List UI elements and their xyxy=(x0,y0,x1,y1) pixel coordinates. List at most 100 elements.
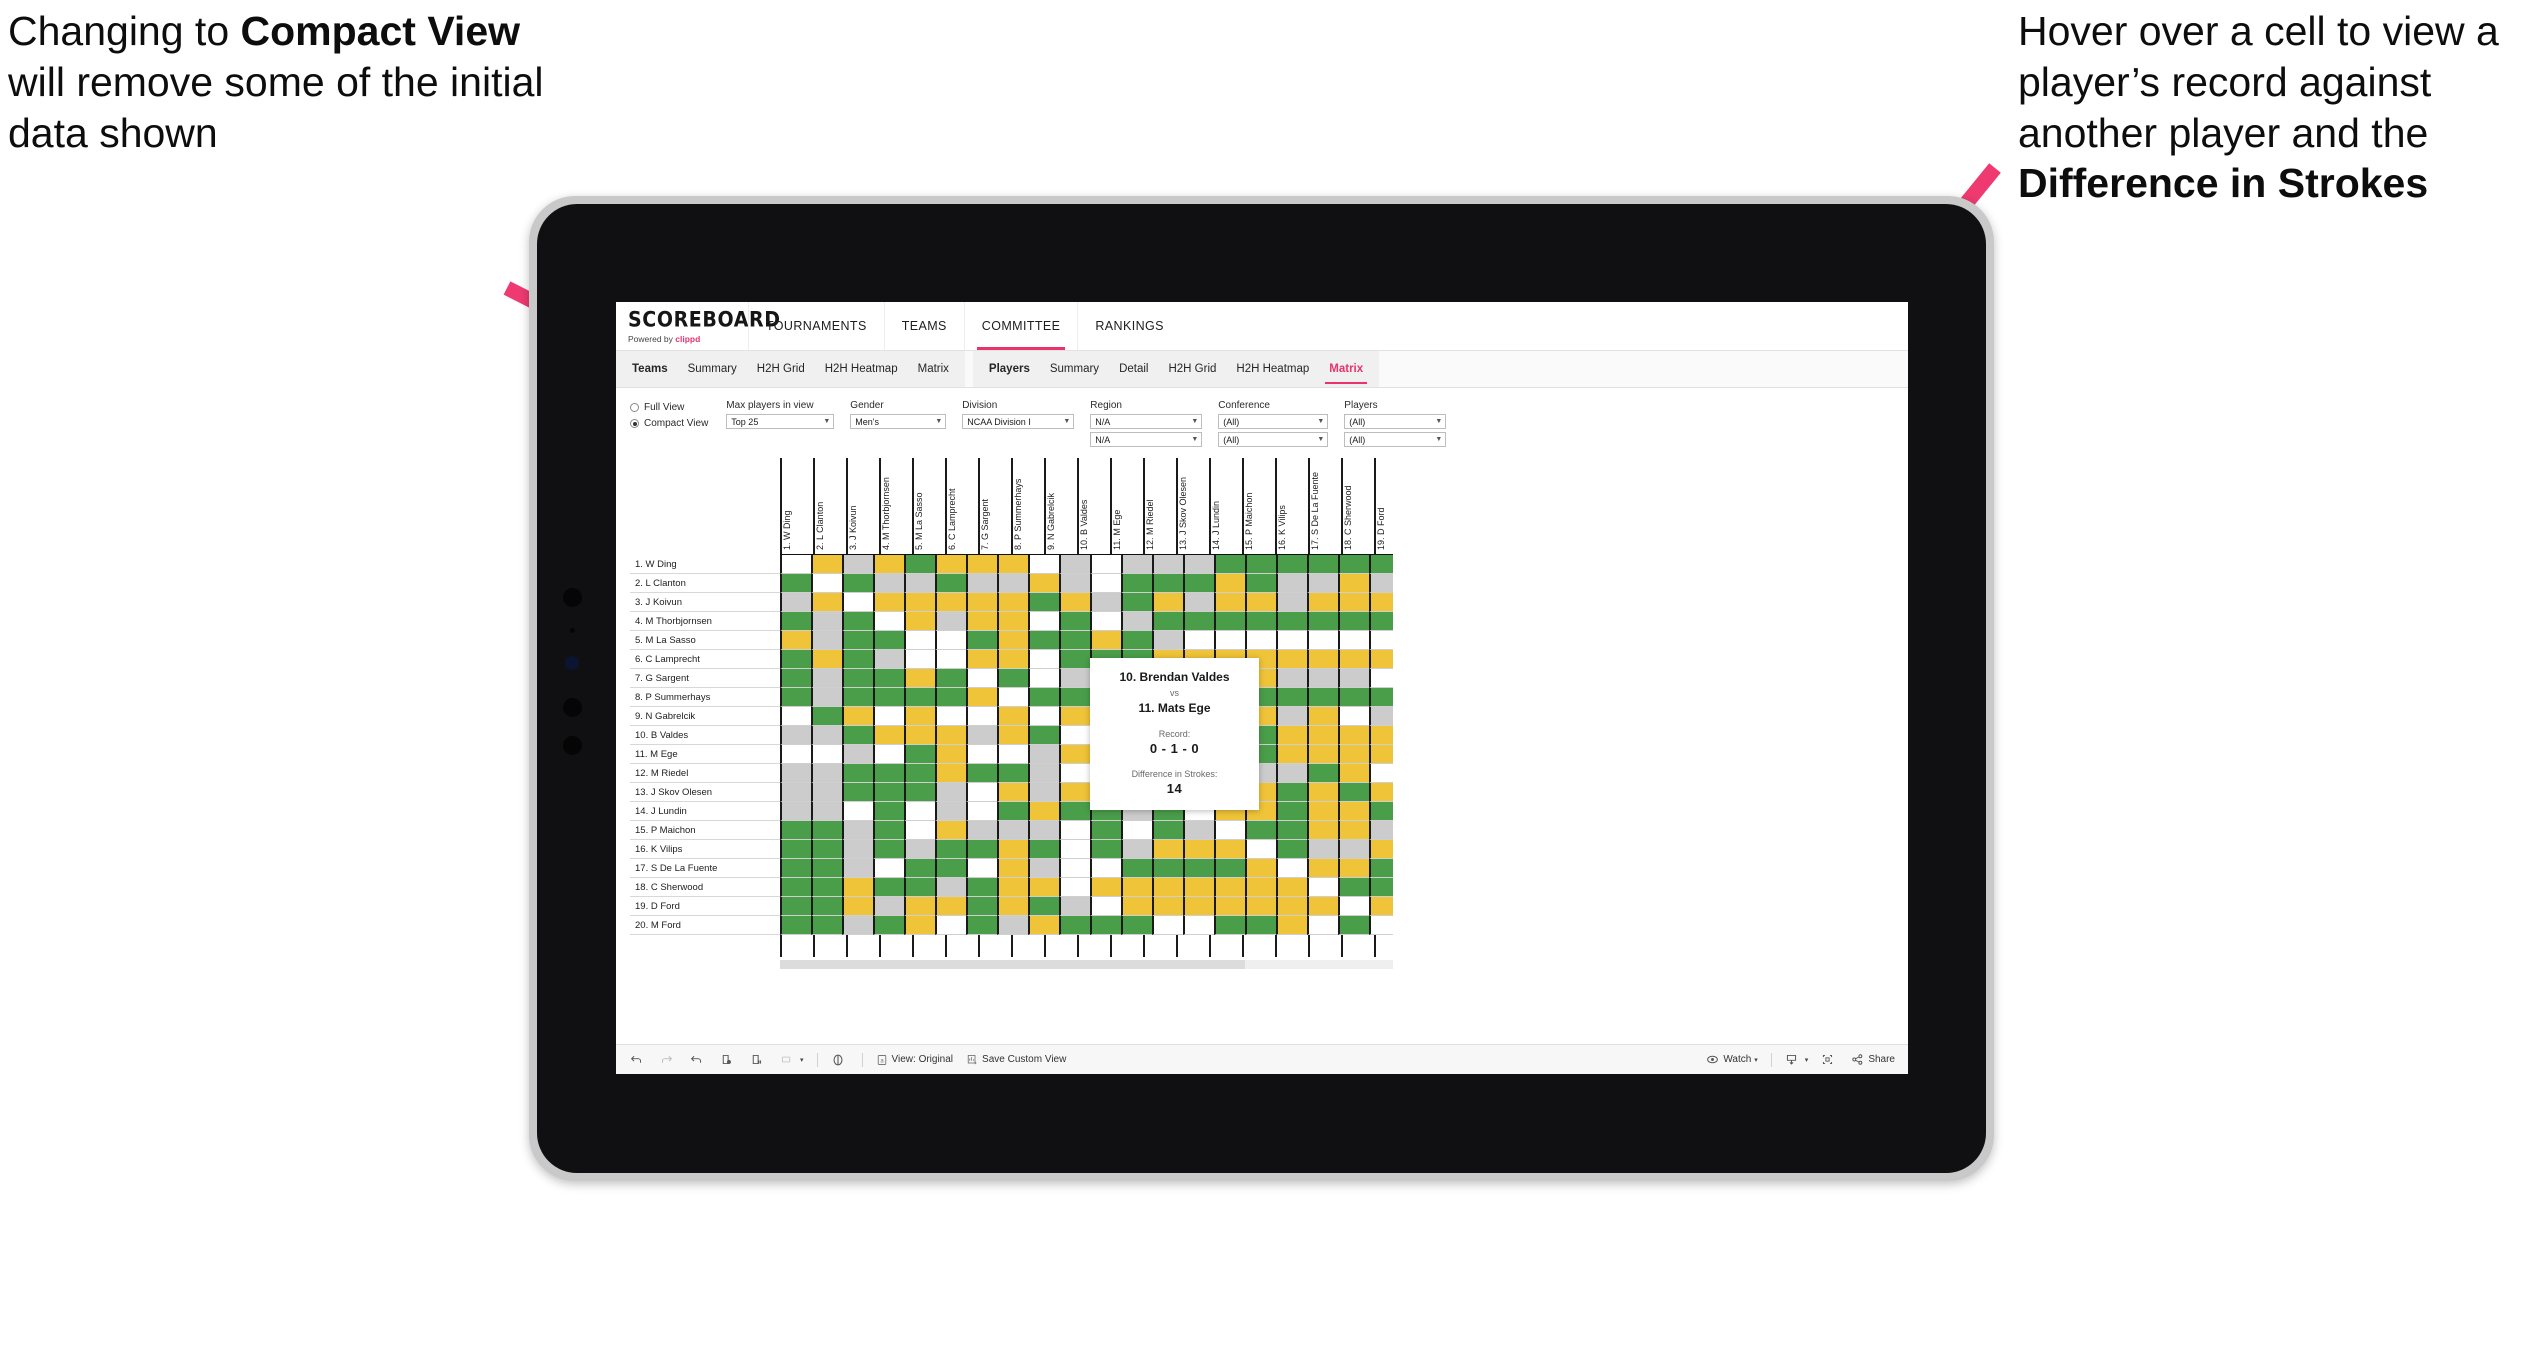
matrix-cell[interactable] xyxy=(1121,916,1152,935)
matrix-cell[interactable] xyxy=(1338,593,1369,612)
matrix-cell[interactable] xyxy=(1245,897,1276,916)
matrix-cell[interactable] xyxy=(1276,859,1307,878)
matrix-cell[interactable] xyxy=(1152,631,1183,650)
matrix-cell[interactable] xyxy=(811,745,842,764)
matrix-col-header[interactable]: 8. P Summerhays xyxy=(1011,458,1044,554)
matrix-cell[interactable] xyxy=(811,897,842,916)
matrix-cell[interactable] xyxy=(904,650,935,669)
matrix-col-header[interactable]: 13. J Skov Olesen xyxy=(1176,458,1209,554)
matrix-cell[interactable] xyxy=(1152,574,1183,593)
filter-select-players[interactable]: (All) ▼ xyxy=(1344,414,1447,429)
matrix-cell[interactable] xyxy=(1276,745,1307,764)
matrix-cell[interactable] xyxy=(1307,555,1338,574)
matrix-cell[interactable] xyxy=(1338,897,1369,916)
matrix-cell[interactable] xyxy=(1276,726,1307,745)
filter-select-conference-secondary[interactable]: (All) ▼ xyxy=(1218,432,1329,447)
matrix-cell[interactable] xyxy=(1369,802,1393,821)
matrix-cell[interactable] xyxy=(780,802,811,821)
tab-h2h-grid-tabs_teams[interactable]: H2H Grid xyxy=(747,351,815,387)
matrix-cell[interactable] xyxy=(811,878,842,897)
matrix-cell[interactable] xyxy=(966,574,997,593)
matrix-cell[interactable] xyxy=(842,669,873,688)
matrix-col-header[interactable]: 6. C Lamprecht xyxy=(945,458,978,554)
matrix-cell[interactable] xyxy=(1214,574,1245,593)
matrix-cell[interactable] xyxy=(935,631,966,650)
matrix-cell[interactable] xyxy=(873,612,904,631)
matrix-cell[interactable] xyxy=(966,783,997,802)
matrix-cell[interactable] xyxy=(1059,726,1090,745)
matrix-cell[interactable] xyxy=(1307,593,1338,612)
matrix-cell[interactable] xyxy=(780,916,811,935)
matrix-cell[interactable] xyxy=(1369,821,1393,840)
matrix-cell[interactable] xyxy=(1369,707,1393,726)
matrix-cell[interactable] xyxy=(904,764,935,783)
matrix-cell[interactable] xyxy=(780,650,811,669)
matrix-cell[interactable] xyxy=(811,783,842,802)
matrix-cell[interactable] xyxy=(1090,878,1121,897)
matrix-cell[interactable] xyxy=(1028,840,1059,859)
matrix-cell[interactable] xyxy=(1276,802,1307,821)
matrix-cell[interactable] xyxy=(842,859,873,878)
matrix-cell[interactable] xyxy=(1059,688,1090,707)
matrix-cell[interactable] xyxy=(966,650,997,669)
matrix-cell[interactable] xyxy=(1214,631,1245,650)
matrix-cell[interactable] xyxy=(1121,821,1152,840)
matrix-cell[interactable] xyxy=(966,555,997,574)
matrix-cell[interactable] xyxy=(997,650,1028,669)
watch-button[interactable]: Watch ▾ xyxy=(1706,1053,1758,1066)
matrix-cell[interactable] xyxy=(966,897,997,916)
matrix-cell[interactable] xyxy=(780,612,811,631)
matrix-cell[interactable] xyxy=(842,593,873,612)
matrix-cell[interactable] xyxy=(1028,555,1059,574)
topnav-item-tournaments[interactable]: TOURNAMENTS xyxy=(748,302,884,350)
matrix-cell[interactable] xyxy=(1059,764,1090,783)
matrix-cell[interactable] xyxy=(873,555,904,574)
matrix-cell[interactable] xyxy=(1276,878,1307,897)
matrix-cell[interactable] xyxy=(873,707,904,726)
matrix-cell[interactable] xyxy=(1028,878,1059,897)
matrix-cell[interactable] xyxy=(997,707,1028,726)
matrix-cell[interactable] xyxy=(1245,840,1276,859)
matrix-cell[interactable] xyxy=(1369,555,1393,574)
filter-select-max-players-in-view[interactable]: Top 25 ▼ xyxy=(726,414,835,429)
matrix-cell[interactable] xyxy=(811,574,842,593)
matrix-cell[interactable] xyxy=(1338,688,1369,707)
matrix-cell[interactable] xyxy=(966,688,997,707)
matrix-cell[interactable] xyxy=(1245,878,1276,897)
matrix-cell[interactable] xyxy=(904,897,935,916)
matrix-cell[interactable] xyxy=(1307,764,1338,783)
matrix-cell[interactable] xyxy=(997,669,1028,688)
matrix-cell[interactable] xyxy=(904,878,935,897)
matrix-cell[interactable] xyxy=(966,916,997,935)
matrix-cell[interactable] xyxy=(1307,688,1338,707)
matrix-cell[interactable] xyxy=(1214,821,1245,840)
matrix-cell[interactable] xyxy=(811,612,842,631)
matrix-cell[interactable] xyxy=(1090,897,1121,916)
matrix-cell[interactable] xyxy=(1090,840,1121,859)
matrix-cell[interactable] xyxy=(1338,764,1369,783)
radio-full-view[interactable]: Full View xyxy=(630,402,708,413)
matrix-col-header[interactable]: 11. M Ege xyxy=(1110,458,1143,554)
matrix-cell[interactable] xyxy=(1183,878,1214,897)
matrix-cell[interactable] xyxy=(935,650,966,669)
matrix-cell[interactable] xyxy=(1183,840,1214,859)
matrix-cell[interactable] xyxy=(1338,840,1369,859)
filter-select-region[interactable]: N/A ▼ xyxy=(1090,414,1203,429)
matrix-cell[interactable] xyxy=(811,840,842,859)
matrix-cell[interactable] xyxy=(1121,593,1152,612)
matrix-cell[interactable] xyxy=(966,878,997,897)
matrix-cell[interactable] xyxy=(1183,821,1214,840)
matrix-cell[interactable] xyxy=(873,650,904,669)
matrix-cell[interactable] xyxy=(842,631,873,650)
matrix-cell[interactable] xyxy=(1338,650,1369,669)
matrix-cell[interactable] xyxy=(1276,707,1307,726)
matrix-cell[interactable] xyxy=(904,840,935,859)
filter-select-region-secondary[interactable]: N/A ▼ xyxy=(1090,432,1203,447)
matrix-cell[interactable] xyxy=(842,612,873,631)
filter-select-gender[interactable]: Men's ▼ xyxy=(850,414,947,429)
matrix-cell[interactable] xyxy=(1276,574,1307,593)
matrix-cell[interactable] xyxy=(1121,612,1152,631)
new-worksheet-button[interactable]: ▾ xyxy=(780,1053,804,1066)
matrix-cell[interactable] xyxy=(997,859,1028,878)
topnav-item-teams[interactable]: TEAMS xyxy=(883,302,964,350)
